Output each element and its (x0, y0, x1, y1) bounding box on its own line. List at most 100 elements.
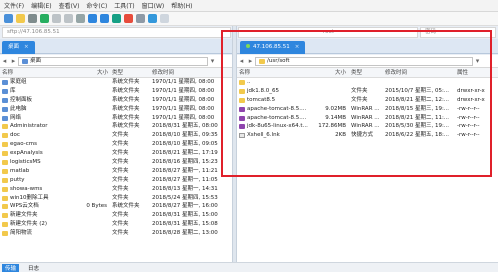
col-modified[interactable]: 修改时间 (150, 68, 232, 77)
list-item[interactable]: jdk1.8.0_65 文件夹 2015/10/7 星期三, 05:... drwxr… (237, 87, 498, 96)
file-size (82, 140, 110, 149)
file-name: 控制面板 (0, 96, 82, 105)
tab-transfer[interactable]: 传输 (2, 263, 20, 272)
list-item[interactable]: putty 文件夹 2018/8/27 星期一, 11:05 (0, 176, 232, 185)
file-size (82, 167, 110, 176)
list-item[interactable]: tomcat8.5 文件夹 2018/8/21 星期二, 12:... drwxr-x… (237, 96, 498, 105)
list-item[interactable]: 简阳物流 文件夹 2018/8/28 星期二, 13:00 (0, 229, 232, 238)
col-size[interactable]: 大小 (311, 68, 349, 77)
copy-icon[interactable] (52, 14, 61, 23)
file-size (82, 229, 110, 238)
col-modified[interactable]: 修改时间 (383, 68, 455, 77)
file-size (82, 158, 110, 167)
list-item[interactable]: .. (237, 78, 498, 87)
forward-icon[interactable]: ▸ (246, 57, 255, 65)
file-modified: 1970/1/1 星期四, 08:00 (152, 114, 215, 121)
list-item[interactable]: doc 文件夹 2018/8/10 星期五, 09:35 (0, 131, 232, 140)
file-name: Xshell_6.lnk (237, 131, 311, 140)
col-attr[interactable]: 属性 (455, 68, 498, 77)
list-item[interactable]: 控制面板 系统文件夹 1970/1/1 星期四, 08:00 (0, 96, 232, 105)
reconnect-icon[interactable] (40, 14, 49, 23)
disconnect-icon[interactable] (28, 14, 37, 23)
back-icon[interactable]: ◂ (0, 57, 9, 65)
list-item[interactable]: 新建文件夹 文件夹 2018/8/31 星期五, 15:00 (0, 211, 232, 220)
menu-help[interactable]: 帮助(H) (171, 1, 192, 10)
status-bar: 传输 日志 (0, 262, 498, 272)
new-session-icon[interactable] (4, 14, 13, 23)
list-item[interactable]: jdk-8u65-linux-x64.t... 172.86MB WinRAR ..… (237, 122, 498, 131)
file-type: 文件夹 (112, 176, 129, 183)
tab-log[interactable]: 日志 (25, 264, 42, 272)
close-icon[interactable]: × (24, 44, 29, 50)
folder-icon (2, 159, 8, 165)
list-item[interactable]: 新建文件夹 (2) 文件夹 2018/8/31 星期五, 15:08 (0, 220, 232, 229)
file-type: 系统文件夹 (112, 203, 140, 210)
refresh-icon[interactable] (112, 14, 121, 23)
more-icon[interactable] (160, 14, 169, 23)
connected-dot-icon (246, 44, 250, 48)
left-address-input[interactable]: sftp://47.106.85.51 (2, 27, 231, 38)
tab-remote[interactable]: 47.106.85.51 × (240, 41, 306, 54)
find-icon[interactable] (76, 14, 85, 23)
right-password-input[interactable]: 密码 (420, 27, 496, 38)
menu-window[interactable]: 窗口(W) (142, 1, 165, 10)
list-item[interactable]: matlab 文件夹 2018/8/27 星期一, 11:21 (0, 167, 232, 176)
left-path-input[interactable]: 桌面 (18, 56, 208, 66)
list-item[interactable]: apache-tomcat-8.5.... 9.14MB WinRAR ... 201… (237, 114, 498, 123)
file-size (82, 122, 110, 131)
upload-icon[interactable] (88, 14, 97, 23)
col-name[interactable]: 名称 (0, 68, 82, 77)
back-icon[interactable]: ◂ (237, 57, 246, 65)
col-name[interactable]: 名称 (237, 68, 311, 77)
list-item[interactable]: WPS云文档 0 Bytes 系统文件夹 2018/8/27 星期一, 16:00 (0, 202, 232, 211)
list-item[interactable]: expAnalysis 文件夹 2018/8/21 星期二, 17:19 (0, 149, 232, 158)
list-item[interactable]: apache-tomcat-8.5.... 9.02MB WinRAR ... 201… (237, 105, 498, 114)
list-item[interactable]: 网络 系统文件夹 1970/1/1 星期四, 08:00 (0, 114, 232, 123)
file-modified: 2018/8/21 星期二, 11:... (385, 114, 450, 121)
list-item[interactable]: egao-cms 文件夹 2018/8/10 星期五, 09:05 (0, 140, 232, 149)
file-modified: 2018/8/10 星期五, 09:05 (152, 141, 218, 148)
close-icon[interactable]: × (295, 44, 300, 50)
col-type[interactable]: 类型 (349, 68, 383, 77)
paste-icon[interactable] (64, 14, 73, 23)
file-size: 0 Bytes (86, 203, 107, 210)
menu-file[interactable]: 文件(F) (4, 1, 24, 10)
file-size (82, 78, 110, 87)
list-item[interactable]: 库 系统文件夹 1970/1/1 星期四, 08:00 (0, 87, 232, 96)
forward-icon[interactable]: ▸ (9, 57, 18, 65)
menu-tools[interactable]: 工具(T) (114, 1, 134, 10)
system-folder-icon (2, 88, 8, 94)
list-item[interactable]: showa-wms 文件夹 2018/8/13 星期一, 14:31 (0, 185, 232, 194)
menu-view[interactable]: 查看(V) (59, 1, 80, 10)
file-type: 系统文件夹 (112, 79, 140, 85)
tab-desktop[interactable]: 桌面 × (2, 41, 35, 54)
list-item[interactable]: Xshell_6.lnk 2KB 快捷方式 2018/6/22 星期五, 18:...… (237, 131, 498, 140)
menu-command[interactable]: 命令(C) (86, 1, 107, 10)
help-icon[interactable] (148, 14, 157, 23)
list-item[interactable]: logisticsMS 文件夹 2018/8/16 星期四, 15:23 (0, 158, 232, 167)
file-type: 文件夹 (112, 150, 129, 157)
file-type: 快捷方式 (351, 132, 374, 139)
list-item[interactable]: Administrator 系统文件夹 2018/8/31 星期五, 08:00 (0, 122, 232, 131)
file-attr: -rw-r--r-- (457, 114, 480, 121)
stop-icon[interactable] (124, 14, 133, 23)
file-type (349, 78, 383, 87)
list-item[interactable]: win10删除工具 文件夹 2018/5/24 星期四, 15:53 (0, 194, 232, 203)
col-type[interactable]: 类型 (110, 68, 150, 77)
col-size[interactable]: 大小 (82, 68, 110, 77)
file-name: 网络 (0, 114, 82, 123)
left-path-bar: ◂ ▸ 桌面 ▾ (0, 55, 232, 68)
list-item[interactable]: 此电脑 系统文件夹 1970/1/1 星期四, 08:00 (0, 105, 232, 114)
path-dropdown-icon[interactable]: ▾ (473, 57, 482, 65)
file-name: 简阳物流 (0, 229, 82, 238)
options-icon[interactable] (136, 14, 145, 23)
right-user-input[interactable]: root (238, 27, 418, 38)
right-path-input[interactable]: /usr/soft (255, 56, 473, 66)
left-tab-strip: 桌面 × (0, 39, 232, 54)
list-item[interactable]: 家庭组 系统文件夹 1970/1/1 星期四, 08:00 (0, 78, 232, 87)
menu-edit[interactable]: 编辑(E) (31, 1, 51, 10)
file-modified: 2018/8/21 星期二, 17:19 (152, 150, 218, 157)
open-icon[interactable] (16, 14, 25, 23)
download-icon[interactable] (100, 14, 109, 23)
path-dropdown-icon[interactable]: ▾ (208, 57, 217, 65)
